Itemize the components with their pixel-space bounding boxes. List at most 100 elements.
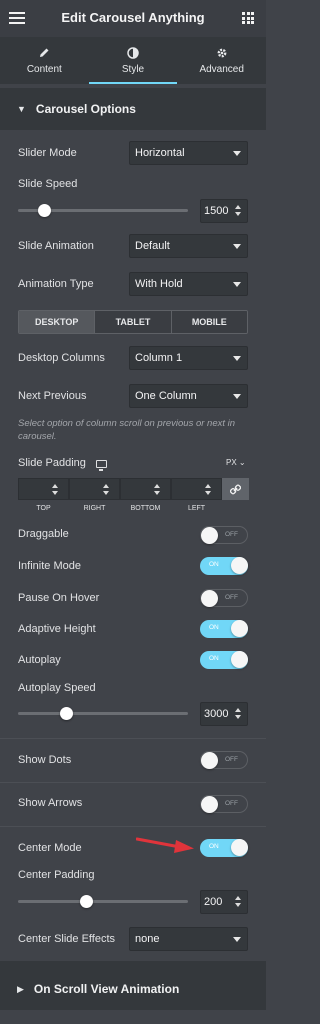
stepper-arrows-icon[interactable]	[234, 205, 242, 217]
tab-style[interactable]: Style	[88, 37, 178, 84]
animation-type-label: Animation Type	[18, 278, 94, 290]
divider	[0, 738, 266, 739]
padding-left-label: LEFT	[187, 505, 206, 512]
toggle-state-text: OFF	[225, 756, 238, 763]
center-padding-slider[interactable]	[18, 895, 188, 908]
toggle-knob	[201, 590, 218, 607]
show-arrows-toggle[interactable]: OFF	[200, 795, 248, 813]
center-padding-input[interactable]: 200	[200, 890, 248, 914]
next-previous-hint: Select option of column scroll on previo…	[18, 418, 236, 442]
show-dots-label: Show Dots	[18, 754, 72, 766]
autoplay-speed-thumb[interactable]	[59, 707, 73, 720]
autoplay-toggle[interactable]: ON	[200, 651, 248, 669]
chevron-down-icon	[233, 394, 241, 399]
toggle-state-text: ON	[209, 655, 219, 662]
slide-speed-label: Slide Speed	[18, 178, 78, 190]
widgets-grid-icon[interactable]	[242, 12, 254, 24]
center-padding-thumb[interactable]	[80, 895, 93, 908]
link-values-button[interactable]	[222, 478, 249, 500]
gear-icon	[216, 47, 228, 61]
select-value: none	[135, 933, 160, 945]
toggle-state-text: OFF	[225, 531, 238, 538]
tab-advanced[interactable]: Advanced	[177, 37, 266, 84]
device-mobile-button[interactable]: MOBILE	[171, 311, 247, 333]
tab-label: Content	[26, 63, 62, 75]
panel-title: Edit Carousel Anything	[61, 10, 205, 25]
toggle-knob	[231, 651, 248, 668]
padding-bottom-label: BOTTOM	[130, 505, 161, 512]
stepper-arrows-icon[interactable]	[204, 484, 212, 496]
tab-content[interactable]: Content	[0, 37, 89, 84]
toggle-state-text: ON	[209, 843, 219, 850]
chevron-down-icon	[233, 244, 241, 249]
pause-on-hover-label: Pause On Hover	[18, 592, 100, 604]
center-slide-effects-select[interactable]: none	[129, 927, 248, 951]
slide-speed-slider[interactable]	[18, 204, 188, 217]
slide-speed-input[interactable]: 1500	[200, 199, 248, 223]
toggle-knob	[231, 557, 248, 574]
slide-speed-thumb[interactable]	[37, 204, 51, 217]
autoplay-speed-input[interactable]: 3000	[200, 702, 248, 726]
toggle-knob	[201, 796, 218, 813]
caret-down-icon: ▼	[17, 104, 26, 114]
device-switcher: DESKTOP TABLET MOBILE	[18, 310, 248, 334]
desktop-monitor-icon[interactable]	[96, 460, 107, 471]
desktop-columns-select[interactable]: Column 1	[129, 346, 248, 370]
animation-type-select[interactable]: With Hold	[129, 272, 248, 296]
autoplay-speed-label: Autoplay Speed	[18, 682, 96, 694]
section-on-scroll-view-animation[interactable]: ▶ On Scroll View Animation	[0, 968, 266, 1010]
section-title: On Scroll View Animation	[33, 982, 180, 996]
toggle-state-text: ON	[209, 624, 219, 631]
stepper-arrows-icon[interactable]	[234, 896, 242, 908]
divider	[0, 826, 266, 827]
next-previous-select[interactable]: One Column	[129, 384, 248, 408]
divider	[0, 782, 266, 783]
padding-bottom-input[interactable]	[120, 478, 171, 500]
device-desktop-button[interactable]: DESKTOP	[19, 311, 96, 333]
center-mode-toggle[interactable]: ON	[200, 839, 248, 857]
toggle-state-text: OFF	[225, 594, 238, 601]
padding-top-label: TOP	[36, 505, 51, 512]
number-value: 200	[204, 896, 223, 908]
pause-on-hover-toggle[interactable]: OFF	[200, 589, 248, 607]
caret-right-icon: ▶	[17, 983, 24, 994]
stepper-arrows-icon[interactable]	[234, 708, 242, 720]
slide-animation-label: Slide Animation	[18, 240, 94, 252]
center-padding-label: Center Padding	[18, 869, 95, 881]
slider-mode-select[interactable]: Horizontal	[129, 141, 248, 165]
show-dots-toggle[interactable]: OFF	[200, 751, 248, 769]
chevron-down-icon	[233, 151, 241, 156]
stepper-arrows-icon[interactable]	[153, 484, 161, 496]
toggle-knob	[231, 620, 248, 637]
stepper-arrows-icon[interactable]	[102, 484, 110, 496]
adaptive-height-label: Adaptive Height	[18, 623, 96, 635]
slide-animation-select[interactable]: Default	[129, 234, 248, 258]
padding-labels: TOP RIGHT BOTTOM LEFT	[18, 505, 250, 515]
next-previous-label: Next Previous	[18, 390, 87, 402]
toggle-state-text: ON	[209, 561, 219, 568]
select-value: One Column	[135, 390, 197, 402]
device-tablet-button[interactable]: TABLET	[95, 311, 172, 333]
select-value: With Hold	[135, 278, 183, 290]
draggable-label: Draggable	[18, 528, 69, 540]
padding-left-input[interactable]	[171, 478, 222, 500]
chevron-down-icon	[233, 282, 241, 287]
autoplay-speed-slider[interactable]	[18, 707, 188, 720]
center-slide-effects-label: Center Slide Effects	[18, 933, 116, 945]
draggable-toggle[interactable]: OFF	[200, 526, 248, 544]
unit-selector[interactable]: PX ⌄	[226, 458, 246, 467]
padding-inputs	[18, 478, 250, 500]
adaptive-height-toggle[interactable]: ON	[200, 620, 248, 638]
section-carousel-options[interactable]: ▼ Carousel Options	[0, 88, 266, 130]
desktop-columns-label: Desktop Columns	[18, 352, 105, 364]
tab-label: Advanced	[199, 63, 244, 75]
show-arrows-label: Show Arrows	[18, 797, 83, 809]
padding-top-input[interactable]	[18, 478, 69, 500]
annotation-arrow-icon	[136, 837, 194, 853]
center-mode-label: Center Mode	[18, 842, 82, 854]
padding-right-input[interactable]	[69, 478, 120, 500]
infinite-mode-toggle[interactable]: ON	[200, 557, 248, 575]
stepper-arrows-icon[interactable]	[51, 484, 59, 496]
panel-tabs: Content Style Advanced	[0, 37, 266, 84]
toggle-knob	[201, 527, 218, 544]
